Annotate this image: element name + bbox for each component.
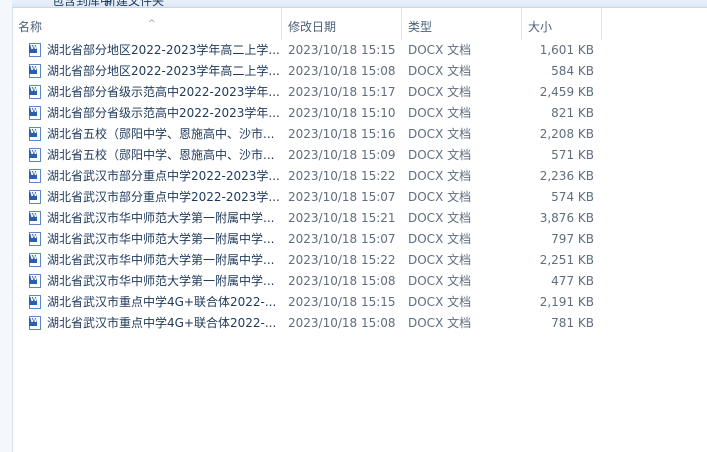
file-size: 821 KB — [551, 106, 594, 120]
file-size: 797 KB — [551, 232, 594, 246]
file-name[interactable]: 湖北省五校（郧阳中学、恩施高中、沙市... — [47, 124, 287, 145]
file-name[interactable]: 湖北省武汉市部分重点中学2022-2023学... — [47, 166, 287, 187]
file-row[interactable]: 湖北省武汉市重点中学4G+联合体2022-... 2023/10/18 15:1… — [12, 292, 707, 313]
file-row[interactable]: 湖北省武汉市华中师范大学第一附属中学... 2023/10/18 15:07 D… — [12, 229, 707, 250]
column-name-label: 名称 — [18, 20, 43, 34]
column-name-header[interactable]: ^ 名称 — [12, 8, 282, 40]
file-date: 2023/10/18 15:07 — [288, 232, 396, 246]
file-name[interactable]: 湖北省部分地区2022-2023学年高二上学... — [47, 61, 287, 82]
column-date-header[interactable]: 修改日期 — [282, 8, 402, 40]
sort-ascending-icon: ^ — [148, 19, 156, 29]
column-size-label: 大小 — [528, 20, 553, 34]
file-type: DOCX 文档 — [408, 85, 472, 99]
file-size: 2,459 KB — [539, 85, 594, 99]
file-name[interactable]: 湖北省部分省级示范高中2022-2023学年... — [47, 103, 287, 124]
file-date: 2023/10/18 15:22 — [288, 253, 396, 267]
file-size: 2,191 KB — [539, 295, 594, 309]
file-date: 2023/10/18 15:22 — [288, 169, 396, 183]
include-in-library-button[interactable]: 包含到库中 — [52, 0, 112, 7]
file-row[interactable]: 湖北省武汉市重点中学4G+联合体2022-... 2023/10/18 15:0… — [12, 313, 707, 334]
file-size: 571 KB — [551, 148, 594, 162]
file-date: 2023/10/18 15:15 — [288, 43, 396, 57]
word-document-icon — [29, 103, 41, 120]
file-date: 2023/10/18 15:21 — [288, 211, 396, 225]
file-date: 2023/10/18 15:10 — [288, 106, 396, 120]
command-bar: 包含到库中 新建文件夹 — [12, 0, 707, 8]
file-type: DOCX 文档 — [408, 169, 472, 183]
file-size: 3,876 KB — [539, 211, 594, 225]
file-date: 2023/10/18 15:07 — [288, 190, 396, 204]
file-name[interactable]: 湖北省武汉市华中师范大学第一附属中学... — [47, 229, 287, 250]
file-date: 2023/10/18 15:17 — [288, 85, 396, 99]
file-type: DOCX 文档 — [408, 232, 472, 246]
word-document-icon — [29, 187, 41, 204]
file-row[interactable]: 湖北省武汉市华中师范大学第一附属中学... 2023/10/18 15:21 D… — [12, 208, 707, 229]
file-type: DOCX 文档 — [408, 295, 472, 309]
file-type: DOCX 文档 — [408, 43, 472, 57]
file-row[interactable]: 湖北省武汉市华中师范大学第一附属中学... 2023/10/18 15:08 D… — [12, 271, 707, 292]
column-type-label: 类型 — [408, 20, 433, 34]
file-row[interactable]: 湖北省部分省级示范高中2022-2023学年... 2023/10/18 15:… — [12, 82, 707, 103]
file-date: 2023/10/18 15:08 — [288, 274, 396, 288]
file-date: 2023/10/18 15:15 — [288, 295, 396, 309]
file-date: 2023/10/18 15:16 — [288, 127, 396, 141]
file-size: 2,236 KB — [539, 169, 594, 183]
column-size-header[interactable]: 大小 — [522, 8, 602, 40]
file-name[interactable]: 湖北省部分地区2022-2023学年高二上学... — [47, 40, 287, 61]
word-document-icon — [29, 166, 41, 183]
file-name[interactable]: 湖北省部分省级示范高中2022-2023学年... — [47, 82, 287, 103]
column-date-label: 修改日期 — [288, 20, 337, 34]
file-size: 1,601 KB — [539, 43, 594, 57]
file-row[interactable]: 湖北省武汉市部分重点中学2022-2023学... 2023/10/18 15:… — [12, 187, 707, 208]
file-type: DOCX 文档 — [408, 190, 472, 204]
file-type: DOCX 文档 — [408, 64, 472, 78]
file-name[interactable]: 湖北省武汉市华中师范大学第一附属中学... — [47, 208, 287, 229]
file-size: 2,251 KB — [539, 253, 594, 267]
column-header: ^ 名称 修改日期 类型 大小 — [12, 8, 707, 40]
file-size: 574 KB — [551, 190, 594, 204]
file-name[interactable]: 湖北省五校（郧阳中学、恩施高中、沙市... — [47, 145, 287, 166]
file-type: DOCX 文档 — [408, 253, 472, 267]
word-document-icon — [29, 313, 41, 330]
file-row[interactable]: 湖北省部分地区2022-2023学年高二上学... 2023/10/18 15:… — [12, 40, 707, 61]
file-row[interactable]: 湖北省武汉市华中师范大学第一附属中学... 2023/10/18 15:22 D… — [12, 250, 707, 271]
file-type: DOCX 文档 — [408, 148, 472, 162]
word-document-icon — [29, 124, 41, 141]
file-name[interactable]: 湖北省武汉市华中师范大学第一附属中学... — [47, 250, 287, 271]
file-row[interactable]: 湖北省武汉市部分重点中学2022-2023学... 2023/10/18 15:… — [12, 166, 707, 187]
word-document-icon — [29, 82, 41, 99]
file-name[interactable]: 湖北省武汉市重点中学4G+联合体2022-... — [47, 313, 287, 334]
word-document-icon — [29, 208, 41, 225]
file-size: 781 KB — [551, 316, 594, 330]
word-document-icon — [29, 145, 41, 162]
file-row[interactable]: 湖北省五校（郧阳中学、恩施高中、沙市... 2023/10/18 15:16 D… — [12, 124, 707, 145]
file-type: DOCX 文档 — [408, 211, 472, 225]
file-row[interactable]: 湖北省五校（郧阳中学、恩施高中、沙市... 2023/10/18 15:09 D… — [12, 145, 707, 166]
file-name[interactable]: 湖北省武汉市部分重点中学2022-2023学... — [47, 187, 287, 208]
word-document-icon — [29, 292, 41, 309]
word-document-icon — [29, 40, 41, 57]
file-type: DOCX 文档 — [408, 106, 472, 120]
file-date: 2023/10/18 15:08 — [288, 316, 396, 330]
file-row[interactable]: 湖北省部分地区2022-2023学年高二上学... 2023/10/18 15:… — [12, 61, 707, 82]
file-name[interactable]: 湖北省武汉市华中师范大学第一附属中学... — [47, 271, 287, 292]
file-size: 584 KB — [551, 64, 594, 78]
file-name[interactable]: 湖北省武汉市重点中学4G+联合体2022-... — [47, 292, 287, 313]
file-date: 2023/10/18 15:08 — [288, 64, 396, 78]
file-type: DOCX 文档 — [408, 274, 472, 288]
word-document-icon — [29, 229, 41, 246]
word-document-icon — [29, 271, 41, 288]
file-row[interactable]: 湖北省部分省级示范高中2022-2023学年... 2023/10/18 15:… — [12, 103, 707, 124]
column-type-header[interactable]: 类型 — [402, 8, 522, 40]
file-type: DOCX 文档 — [408, 316, 472, 330]
file-size: 2,208 KB — [539, 127, 594, 141]
word-document-icon — [29, 61, 41, 78]
word-document-icon — [29, 250, 41, 267]
file-date: 2023/10/18 15:09 — [288, 148, 396, 162]
file-size: 477 KB — [551, 274, 594, 288]
file-type: DOCX 文档 — [408, 127, 472, 141]
